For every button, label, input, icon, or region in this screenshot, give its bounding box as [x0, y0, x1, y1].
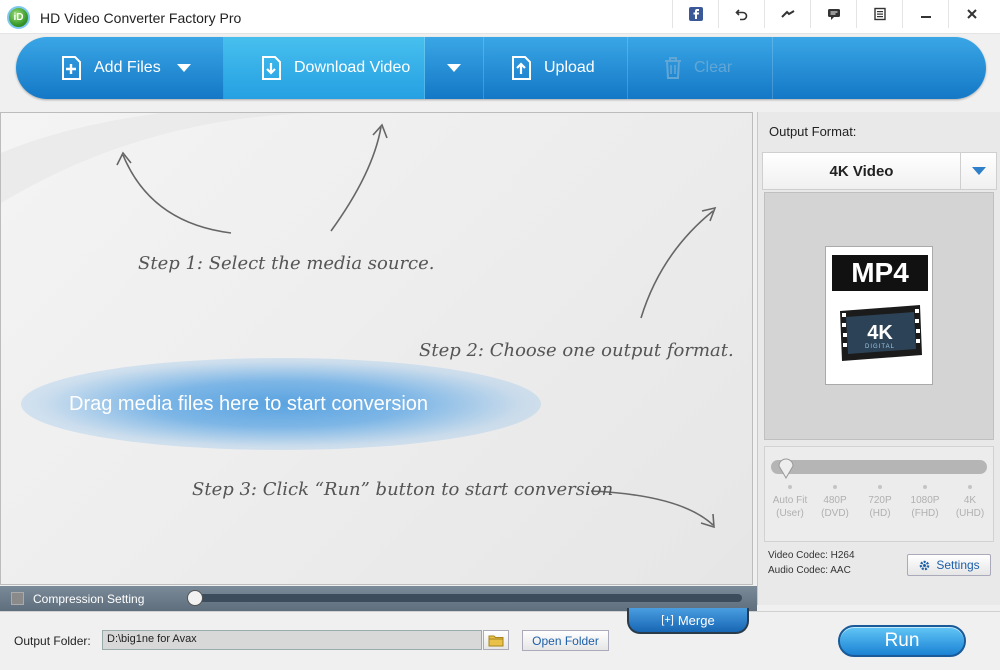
- quality-tick: [878, 485, 882, 489]
- settings-button[interactable]: Settings: [907, 554, 991, 576]
- merge-button[interactable]: [+] Merge: [627, 608, 749, 634]
- bottom-bar: Output Folder: D:\big1ne for Avax Open F…: [0, 611, 1000, 670]
- quality-tick: [833, 485, 837, 489]
- compression-slider-handle[interactable]: [187, 590, 203, 606]
- folder-icon: [488, 635, 504, 646]
- close-icon: [966, 9, 977, 19]
- download-video-label: Download Video: [294, 59, 411, 76]
- add-files-label: Add Files: [94, 59, 161, 76]
- title-bar: iD HD Video Converter Factory Pro: [0, 0, 1000, 34]
- window-controls: [672, 0, 994, 30]
- quality-level-sub: (User): [776, 508, 804, 519]
- minimize-button[interactable]: [902, 0, 948, 28]
- download-file-icon: [262, 56, 281, 80]
- merge-icon: [+]: [661, 614, 674, 626]
- clear-label: Clear: [694, 59, 733, 76]
- audio-codec-text: Audio Codec: AAC: [768, 565, 851, 576]
- quality-slider-panel: Auto Fit (User) 480P (DVD) 720P (HD) 1080P (…: [764, 446, 994, 542]
- browse-folder-button[interactable]: [483, 630, 509, 650]
- tools-icon: [780, 10, 795, 18]
- quality-level-480p[interactable]: 480P (DVD): [813, 494, 857, 520]
- dropdown-arrow-icon[interactable]: [960, 153, 996, 189]
- output-format-panel: Output Format: 4K Video MP4 4K DIGITAL A…: [757, 112, 1000, 605]
- clear-button[interactable]: Clear: [628, 37, 773, 99]
- step-1-text: Step 1: Select the media source.: [138, 253, 435, 274]
- quality-level-4k[interactable]: 4K (UHD): [948, 494, 992, 520]
- undo-icon: [734, 9, 747, 21]
- run-button[interactable]: Run: [838, 625, 966, 657]
- media-drop-area[interactable]: Step 1: Select the media source. Step 2:…: [0, 112, 753, 585]
- quality-tick: [968, 485, 972, 489]
- quality-level-720p[interactable]: 720P (HD): [858, 494, 902, 520]
- chat-icon: [827, 9, 840, 20]
- tools-button[interactable]: [764, 0, 810, 28]
- trash-icon: [665, 57, 681, 79]
- upload-button[interactable]: Upload: [484, 37, 628, 99]
- quality-level-name: Auto Fit: [772, 495, 808, 506]
- facebook-button[interactable]: [672, 0, 718, 28]
- quality-level-1080p[interactable]: 1080P (FHD): [903, 494, 947, 520]
- app-title: HD Video Converter Factory Pro: [40, 10, 242, 26]
- quality-level-sub: (HD): [869, 508, 891, 519]
- quality-tick: [923, 485, 927, 489]
- chevron-down-icon: [447, 64, 461, 72]
- step-3-text: Step 3: Click “Run” button to start conv…: [192, 479, 614, 500]
- chevron-down-icon[interactable]: [176, 64, 191, 72]
- quality-level-sub: (DVD): [821, 508, 849, 519]
- output-format-value: 4K Video: [829, 163, 894, 180]
- quality-level-name: 4K: [963, 495, 977, 506]
- format-preview[interactable]: MP4 4K DIGITAL: [764, 192, 994, 440]
- menu-icon: [873, 7, 886, 21]
- mp4-badge: MP4: [832, 255, 928, 291]
- video-codec-text: Video Codec: H264: [768, 550, 855, 561]
- output-folder-input[interactable]: D:\big1ne for Avax: [102, 630, 482, 650]
- add-file-icon: [62, 56, 81, 80]
- quality-level-sub: (UHD): [955, 508, 985, 519]
- quality-level-name: 720P: [868, 495, 892, 506]
- menu-button[interactable]: [856, 0, 902, 28]
- merge-label: Merge: [677, 612, 715, 628]
- mp4-4k-format-icon: MP4 4K DIGITAL: [825, 246, 933, 385]
- quality-level-sub: (FHD): [911, 508, 939, 519]
- close-button[interactable]: [948, 0, 994, 28]
- quality-level-auto[interactable]: Auto Fit (User): [768, 494, 812, 520]
- app-logo: iD: [7, 6, 30, 29]
- add-files-button[interactable]: Add Files: [16, 37, 224, 99]
- quality-slider-handle[interactable]: [777, 455, 795, 479]
- feedback-button[interactable]: [810, 0, 856, 28]
- film-4k-icon: 4K DIGITAL: [840, 305, 922, 361]
- upload-label: Upload: [544, 59, 595, 76]
- quality-level-name: 480P: [823, 495, 847, 506]
- facebook-icon: [688, 7, 703, 21]
- output-format-label: Output Format:: [769, 124, 857, 139]
- gear-icon: [920, 560, 930, 570]
- minimize-icon: [920, 16, 931, 18]
- quality-level-name: 1080P: [910, 495, 940, 506]
- output-format-dropdown[interactable]: 4K Video: [762, 152, 997, 190]
- compression-slider-track[interactable]: [192, 594, 742, 602]
- step-2-text: Step 2: Choose one output format.: [419, 340, 734, 361]
- download-video-dropdown[interactable]: [425, 37, 484, 99]
- main-toolbar: Add Files Download Video Upload Clear: [16, 37, 986, 99]
- compression-label: Compression Setting: [33, 592, 145, 606]
- upload-file-icon: [512, 56, 531, 80]
- compression-checkbox[interactable]: [11, 592, 24, 605]
- settings-label: Settings: [936, 558, 980, 572]
- badge-4k-text: 4K: [867, 322, 893, 344]
- drag-hint-text: Drag media files here to start conversio…: [69, 393, 429, 415]
- quality-tick: [788, 485, 792, 489]
- quality-slider-track[interactable]: [771, 460, 987, 474]
- output-folder-label: Output Folder:: [14, 634, 91, 648]
- open-folder-button[interactable]: Open Folder: [522, 630, 609, 651]
- undo-button[interactable]: [718, 0, 764, 28]
- badge-digital-text: DIGITAL: [865, 344, 895, 350]
- download-video-button[interactable]: Download Video: [224, 37, 425, 99]
